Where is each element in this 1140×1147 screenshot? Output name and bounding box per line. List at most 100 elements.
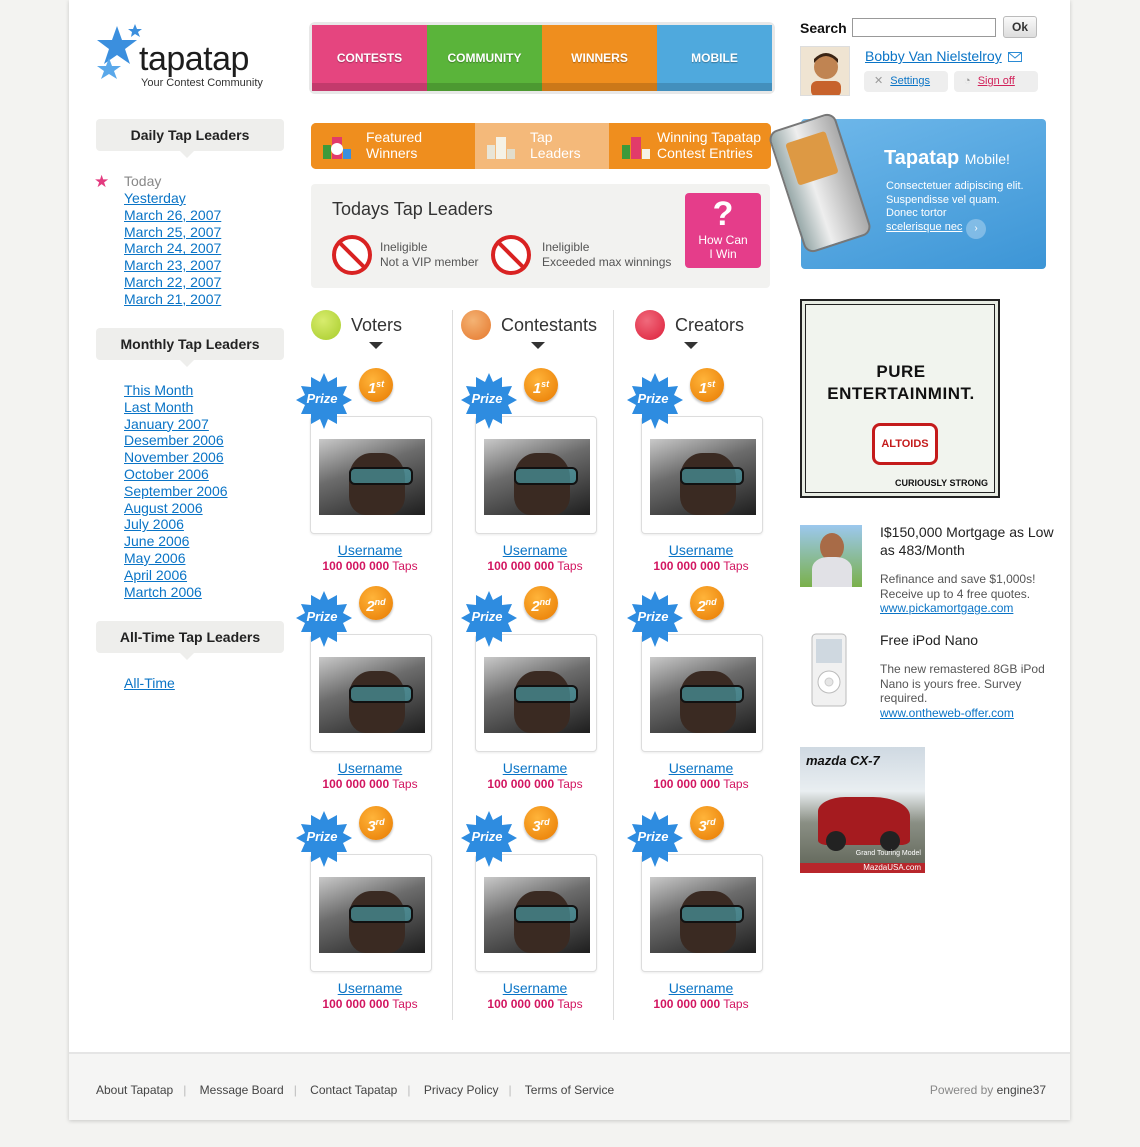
- monthly-link[interactable]: October 2006: [124, 466, 209, 482]
- daily-link[interactable]: March 24, 2007: [124, 240, 221, 256]
- footer-link-about[interactable]: About Tapatap: [96, 1083, 173, 1097]
- username-link[interactable]: Bobby Van Nielstelroy: [865, 48, 1002, 64]
- place-suffix: nd: [374, 597, 386, 607]
- entry-username-link[interactable]: Username: [295, 760, 445, 776]
- entry-photo[interactable]: [484, 657, 590, 733]
- powered-name[interactable]: engine37: [997, 1083, 1046, 1097]
- monthly-link[interactable]: June 2006: [124, 533, 189, 549]
- ipod-image[interactable]: [802, 632, 858, 710]
- altoids-ad[interactable]: PURE ENTERTAINMINT. ALTOIDS CURIOUSLY ST…: [800, 299, 1000, 498]
- entry-photo[interactable]: [319, 877, 425, 953]
- entry-card[interactable]: [641, 634, 763, 752]
- ad-link[interactable]: www.ontheweb-offer.com: [880, 706, 1014, 720]
- leader-entry: Prize 1st Username 100 000 000 Taps: [626, 368, 786, 592]
- ad-link[interactable]: www.pickamortgage.com: [880, 601, 1013, 615]
- entry-card[interactable]: [310, 634, 432, 752]
- place-number: 2: [531, 598, 540, 615]
- mobile-promo-link[interactable]: scelerisque nec: [886, 221, 962, 233]
- monthly-link[interactable]: Last Month: [124, 399, 193, 415]
- monthly-link[interactable]: May 2006: [124, 550, 185, 566]
- entry-username-link[interactable]: Username: [626, 542, 776, 558]
- monthly-link[interactable]: July 2006: [124, 516, 184, 532]
- entry-card[interactable]: [641, 416, 763, 534]
- daily-link[interactable]: March 21, 2007: [124, 291, 221, 307]
- arrow-right-icon[interactable]: ›: [966, 219, 986, 239]
- alltime-link[interactable]: All-Time: [124, 675, 175, 691]
- entry-photo[interactable]: [484, 439, 590, 515]
- tab-mobile[interactable]: MOBILE: [657, 25, 772, 91]
- mazda-logo: mazda CX-7: [806, 753, 880, 768]
- tab-winners[interactable]: WINNERS: [542, 25, 657, 91]
- daily-link[interactable]: March 23, 2007: [124, 257, 221, 273]
- subtab-tap-leaders[interactable]: Tap Leaders: [475, 123, 609, 169]
- footer-link-contact[interactable]: Contact Tapatap: [310, 1083, 397, 1097]
- footer-link-terms[interactable]: Terms of Service: [525, 1083, 614, 1097]
- mail-icon[interactable]: [1008, 52, 1022, 62]
- entry-username-link[interactable]: Username: [626, 980, 776, 996]
- ad-title[interactable]: Free iPod Nano: [880, 631, 1060, 649]
- taps-value: 100 000 000: [322, 777, 390, 791]
- entry-photo[interactable]: [319, 439, 425, 515]
- ad-body: Refinance and save $1,000s! Receive up t…: [880, 572, 1060, 616]
- entry-username-link[interactable]: Username: [460, 760, 610, 776]
- entry-username-link[interactable]: Username: [460, 980, 610, 996]
- entry-username-link[interactable]: Username: [626, 760, 776, 776]
- subtab-featured-winners[interactable]: Featured Winners: [311, 123, 474, 169]
- search-ok-button[interactable]: Ok: [1003, 16, 1037, 38]
- how-can-line2: I Win: [709, 247, 737, 261]
- place-badge: 1st: [359, 368, 393, 402]
- entry-card[interactable]: [475, 854, 597, 972]
- monthly-link[interactable]: November 2006: [124, 449, 224, 465]
- place-number: 1: [367, 380, 377, 397]
- entry-card[interactable]: [310, 854, 432, 972]
- entry-username-link[interactable]: Username: [295, 542, 445, 558]
- entry-card[interactable]: [475, 634, 597, 752]
- entry-photo[interactable]: [319, 657, 425, 733]
- chevron-down-icon[interactable]: [531, 342, 545, 349]
- entry-photo[interactable]: [650, 877, 756, 953]
- entry-username-link[interactable]: Username: [295, 980, 445, 996]
- ad-title[interactable]: I$150,000 Mortgage as Low as 483/Month: [880, 523, 1060, 559]
- place-badge: 2nd: [359, 586, 393, 620]
- entry-photo[interactable]: [484, 877, 590, 953]
- signoff-link[interactable]: Sign off: [978, 75, 1015, 87]
- mortgage-ad-image[interactable]: [800, 525, 862, 587]
- mazda-ad[interactable]: mazda CX-7 Grand Touring Model MazdaUSA.…: [800, 747, 925, 873]
- entry-photo[interactable]: [650, 657, 756, 733]
- how-can-i-win-button[interactable]: ? How Can I Win: [685, 193, 761, 268]
- monthly-link[interactable]: January 2007: [124, 416, 209, 432]
- tab-community[interactable]: COMMUNITY: [427, 25, 542, 91]
- monthly-link[interactable]: April 2006: [124, 567, 187, 583]
- footer-link-message-board[interactable]: Message Board: [200, 1083, 284, 1097]
- search-input[interactable]: [852, 18, 996, 37]
- monthly-link[interactable]: This Month: [124, 382, 193, 398]
- entry-card[interactable]: [310, 416, 432, 534]
- chevron-down-icon[interactable]: [369, 342, 383, 349]
- place-badge: 3rd: [359, 806, 393, 840]
- chevron-down-icon[interactable]: [684, 342, 698, 349]
- monthly-link[interactable]: Martch 2006: [124, 584, 202, 600]
- signoff-button[interactable]: ◔ Sign off: [954, 71, 1038, 92]
- settings-button[interactable]: ✕ Settings: [864, 71, 948, 92]
- footer-link-privacy[interactable]: Privacy Policy: [424, 1083, 499, 1097]
- daily-link[interactable]: March 22, 2007: [124, 274, 221, 290]
- monthly-link[interactable]: August 2006: [124, 500, 203, 516]
- entry-card[interactable]: [475, 416, 597, 534]
- daily-link[interactable]: March 26, 2007: [124, 207, 221, 223]
- daily-link[interactable]: Yesterday: [124, 190, 186, 206]
- logo[interactable]: tapatap Your Contest Community: [95, 20, 275, 95]
- entry-card[interactable]: [641, 854, 763, 972]
- monthly-link[interactable]: September 2006: [124, 483, 228, 499]
- trophy-icon: [323, 137, 351, 159]
- powered-prefix: Powered by: [929, 1083, 994, 1097]
- ineligible-reason: Not a VIP member: [380, 255, 479, 269]
- monthly-link[interactable]: Desember 2006: [124, 432, 224, 448]
- entry-photo[interactable]: [650, 439, 756, 515]
- tab-contests[interactable]: CONTESTS: [312, 25, 427, 91]
- avatar[interactable]: [800, 46, 850, 96]
- subtab-winning-entries[interactable]: Winning Tapatap Contest Entries: [610, 123, 771, 169]
- entry-username-link[interactable]: Username: [460, 542, 610, 558]
- place-suffix: rd: [706, 817, 716, 827]
- daily-link[interactable]: March 25, 2007: [124, 224, 221, 240]
- settings-link[interactable]: Settings: [890, 75, 930, 87]
